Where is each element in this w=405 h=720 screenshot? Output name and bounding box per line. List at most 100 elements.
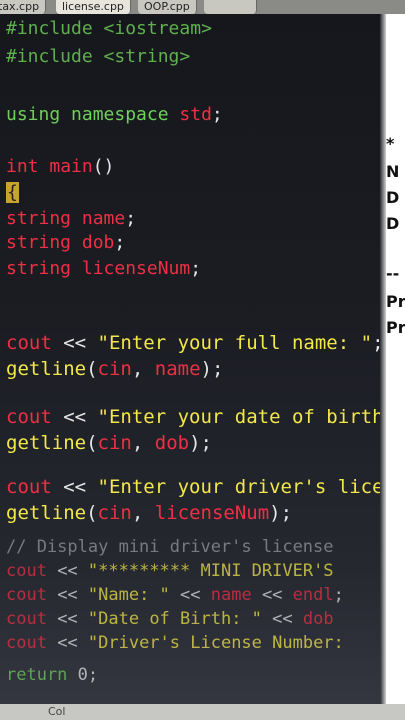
code-token: string [6,232,82,253]
code-line[interactable]: cout << "Date of Birth: " << dob [6,608,334,630]
code-token: << [63,332,98,354]
tab-bar: tax.cpp license.cpp OOP.cpp [0,0,405,14]
code-token: string [6,208,82,229]
panel-line: N [386,162,400,181]
code-token: << [57,585,88,605]
code-token: { [6,182,19,203]
code-line[interactable]: getline(cin, dob); [6,432,212,454]
code-line[interactable]: // Display mini driver's license [6,536,334,558]
code-token: ; [333,585,344,605]
code-token: ; [87,665,99,685]
code-token: cout [6,609,58,629]
code-editor[interactable]: #include <iostream> #include <string> usin… [0,14,380,704]
code-token: , [131,358,155,380]
code-line[interactable]: #include <string> [6,46,190,68]
status-column-label: Col [48,705,66,718]
code-token: ; [125,208,137,229]
code-line[interactable]: cout << "Enter your full name: "; [6,332,380,354]
panel-line: * [386,134,395,153]
code-token: "Enter your full name: " [97,332,373,354]
panel-line: Pr [386,292,405,311]
panel-edge [380,14,386,704]
code-token: << [63,476,98,498]
code-token: cout [6,633,58,653]
panel-line: D [386,188,400,207]
code-line[interactable]: cout << "Enter your date of birth [6,406,380,428]
code-token: << [57,633,88,653]
code-line[interactable]: int main() [6,156,114,178]
code-token: << [261,585,293,605]
code-token: getline [6,358,87,380]
code-token: ); [269,502,293,524]
code-token: ; [372,332,380,354]
status-bar: Col [0,704,405,720]
code-token: cout [6,476,64,498]
code-token: getline [6,432,87,454]
code-line[interactable]: string licenseNum; [6,258,201,280]
code-token: ( [86,432,98,454]
code-token: using namespace [6,104,180,125]
tab-license-cpp[interactable]: license.cpp [56,0,131,14]
code-token: string [6,258,82,279]
panel-line: -- [386,264,400,283]
code-token: ( [86,358,98,380]
code-token: // Display mini driver's license [6,537,334,557]
code-token: dob [154,432,190,454]
code-token: return [6,665,78,685]
code-token: name [210,585,262,605]
code-line[interactable]: getline(cin, licenseNum); [6,502,292,524]
code-line[interactable]: string name; [6,208,136,230]
code-token: licenseNum [81,258,191,279]
code-token: #include <string> [6,46,191,67]
code-line[interactable]: cout << "Driver's License Number: [6,632,344,654]
code-token: << [57,609,88,629]
code-token: "Name: " [87,585,181,605]
code-token: cin [97,502,132,524]
code-line[interactable]: getline(cin, name); [6,358,223,380]
code-token: cout [6,332,64,354]
panel-line: D [386,214,400,233]
code-token: licenseNum [154,502,270,524]
code-token: endl [292,585,334,605]
code-token: ); [189,432,212,454]
code-line[interactable]: cout << "Enter your driver's licen [6,476,380,498]
code-token: cin [97,432,132,454]
code-token: dob [81,232,115,253]
code-token: cout [6,406,64,428]
code-token: std [179,104,212,125]
code-token: cout [6,585,58,605]
output-panel: * N D D -- Pr Pr [380,14,405,704]
code-token: "Enter your date of birth [97,406,380,428]
code-line[interactable]: cout << "********* MINI DRIVER'S [6,560,334,582]
code-token: << [180,585,211,605]
code-token: ); [200,358,224,380]
code-token: "********* MINI DRIVER'S [87,561,334,581]
code-line[interactable]: using namespace std; [6,104,223,126]
panel-line: Pr [386,318,405,337]
code-token: () [92,156,115,177]
code-token: << [63,406,98,428]
code-token: ; [114,232,126,253]
code-token: main [49,156,93,177]
tab-oop-cpp[interactable]: OOP.cpp [138,0,197,14]
code-token: "Date of Birth: " [87,609,273,629]
code-token: #include <iostream> [6,18,212,39]
code-token: ; [190,258,202,279]
code-line[interactable]: string dob; [6,232,125,254]
code-token: << [57,561,88,581]
code-token: << [272,609,303,629]
code-token: cout [6,561,58,581]
code-token: name [154,358,201,380]
code-token: getline [6,502,87,524]
tab-tax-cpp[interactable]: tax.cpp [0,0,47,14]
code-token: "Enter your driver's licen [97,476,380,498]
code-line[interactable]: return 0; [6,664,98,686]
code-token: ; [211,104,223,125]
code-token: dob [302,609,334,629]
tab-untitled[interactable] [204,0,257,14]
code-line[interactable]: #include <iostream> [6,18,212,40]
code-line[interactable]: { [6,182,19,204]
code-token: cin [97,358,132,380]
code-token: int [6,156,50,177]
code-line[interactable]: cout << "Name: " << name << endl; [6,584,344,606]
